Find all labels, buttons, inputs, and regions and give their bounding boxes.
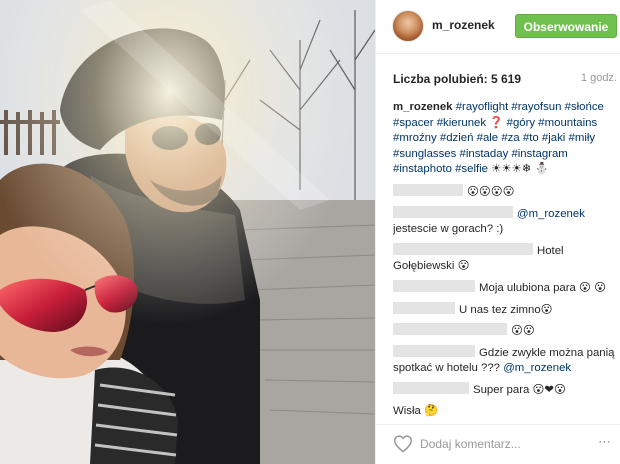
post-footer: ⋯ bbox=[376, 424, 620, 464]
hashtag-link[interactable]: #mountains bbox=[538, 117, 597, 129]
caption-text-part: ☀☀☀❄ ⛄ bbox=[488, 163, 549, 176]
comment-text: 😮😮 bbox=[511, 325, 535, 338]
post-photo bbox=[0, 0, 375, 464]
hashtag-link[interactable]: #jaki bbox=[542, 132, 565, 144]
likes-count[interactable]: Liczba polubień: 5 619 bbox=[393, 72, 521, 86]
comments-list: m_rozenek #rayoflight #rayofsun #słońce … bbox=[393, 100, 615, 418]
hashtag-link[interactable]: #instaphoto bbox=[393, 163, 452, 175]
follow-button[interactable]: Obserwowanie bbox=[515, 14, 617, 38]
comment-item: U nas tez zimno😮 bbox=[393, 301, 615, 319]
hashtag-link[interactable]: #kierunek bbox=[437, 117, 486, 129]
comment-username-redacted[interactable] bbox=[393, 205, 513, 218]
caption-text-part: ❓ bbox=[486, 116, 507, 129]
hashtag-link[interactable]: #miły bbox=[569, 132, 596, 144]
comment-item: Gdzie zwykle można panią spotkać w hotel… bbox=[393, 344, 615, 377]
caption-username[interactable]: m_rozenek bbox=[393, 101, 453, 113]
mention-link[interactable]: @m_rozenek bbox=[503, 362, 571, 374]
caption: m_rozenek #rayoflight #rayofsun #słońce … bbox=[393, 100, 615, 178]
username-link[interactable]: m_rozenek bbox=[432, 18, 495, 32]
comment-item: Moja ulubiona para 😮 😮 bbox=[393, 279, 615, 297]
comment-item: Wisła 🤔 bbox=[393, 404, 615, 419]
comment-username-redacted[interactable] bbox=[393, 183, 463, 196]
comment-item: 😮😮😮😮 bbox=[393, 183, 615, 201]
heart-icon[interactable] bbox=[393, 434, 413, 454]
comment-item: 😮😮 bbox=[393, 323, 615, 340]
hashtag-link[interactable]: #spacer bbox=[393, 117, 434, 129]
comment-text: jestescie w gorach? :) bbox=[393, 223, 504, 236]
hashtag-link[interactable]: #rayoflight bbox=[456, 101, 509, 113]
comment-username-redacted[interactable] bbox=[393, 344, 475, 357]
comment-text: U nas tez zimno😮 bbox=[459, 303, 553, 316]
photo-illustration bbox=[0, 0, 375, 464]
hashtag-link[interactable]: #za bbox=[501, 132, 519, 144]
more-icon[interactable]: ⋯ bbox=[594, 434, 616, 450]
hashtag-link[interactable]: #sunglasses bbox=[393, 148, 456, 160]
add-comment-input[interactable] bbox=[420, 436, 560, 452]
comment-username-redacted[interactable] bbox=[393, 242, 533, 255]
hashtag-link[interactable]: #słońce bbox=[565, 101, 604, 113]
hashtag-link[interactable]: #rayofsun bbox=[511, 101, 561, 113]
comment-text: Wisła 🤔 bbox=[393, 404, 439, 417]
likes-row: Liczba polubień: 5 619 1 godz. bbox=[393, 72, 617, 88]
hashtag-link[interactable]: #ale bbox=[477, 132, 499, 144]
hashtag-link[interactable]: #instaday bbox=[460, 148, 509, 160]
comment-username-redacted[interactable] bbox=[393, 301, 455, 314]
hashtag-link[interactable]: #dzień bbox=[440, 132, 474, 144]
comment-items: 😮😮😮😮 @m_rozenek jestescie w gorach? :) Hot… bbox=[393, 183, 615, 419]
hashtag-link[interactable]: #mroźny bbox=[393, 132, 437, 144]
hashtag-link[interactable]: #góry bbox=[507, 117, 536, 129]
mention-link[interactable]: @m_rozenek bbox=[517, 208, 585, 220]
hashtag-link[interactable]: #instagram bbox=[511, 148, 567, 160]
comment-text: Super para 😮❤😮 bbox=[473, 383, 566, 396]
post-details-panel: m_rozenek Obserwowanie Liczba polubień: … bbox=[375, 0, 620, 464]
comment-username-redacted[interactable] bbox=[393, 279, 475, 292]
hashtag-link[interactable]: #selfie bbox=[455, 163, 488, 175]
comment-text: 😮😮😮😮 bbox=[467, 185, 515, 198]
post-time[interactable]: 1 godz. bbox=[581, 72, 617, 84]
comment-username-redacted[interactable] bbox=[393, 381, 469, 394]
avatar[interactable] bbox=[392, 10, 424, 42]
comment-item: @m_rozenek jestescie w gorach? :) bbox=[393, 205, 615, 238]
comment-item: Super para 😮❤😮 bbox=[393, 381, 615, 399]
hashtag-link[interactable]: #to bbox=[523, 132, 539, 144]
comment-username-redacted[interactable] bbox=[393, 323, 507, 336]
comment-text: Moja ulubiona para 😮 😮 bbox=[479, 281, 606, 294]
post-header: m_rozenek Obserwowanie bbox=[376, 0, 620, 54]
comment-item: Hotel Gołębiewski 😮 bbox=[393, 242, 615, 275]
